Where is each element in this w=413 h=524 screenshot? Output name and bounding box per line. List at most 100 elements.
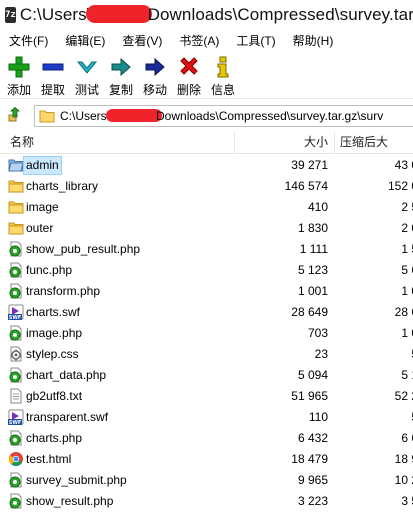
- test-icon: [75, 55, 99, 79]
- file-row[interactable]: chart_data.php 5 094 5 1: [0, 365, 413, 386]
- file-row[interactable]: show_result.php 3 223 3 5: [0, 491, 413, 512]
- title-bar: 7z C:\Users\ Downloads\Compressed\survey.…: [0, 0, 413, 30]
- up-folder-button[interactable]: [4, 105, 28, 127]
- move-button[interactable]: 移动: [139, 51, 171, 98]
- column-name[interactable]: 名称: [10, 132, 34, 153]
- svg-text:SWF: SWF: [9, 420, 22, 425]
- file-packed-size: 2 5: [401, 200, 413, 214]
- file-size: 1 001: [297, 284, 328, 298]
- php-file-icon: [8, 262, 24, 278]
- file-packed-size: 1 0: [401, 284, 413, 298]
- php-file-icon: [8, 430, 24, 446]
- file-row[interactable]: gb2utf8.txt 51 965 52 2: [0, 386, 413, 407]
- file-row[interactable]: SWF transparent.swf 110 5: [0, 407, 413, 428]
- test-button[interactable]: 测试: [71, 51, 103, 98]
- address-prefix: C:\Users\: [60, 109, 111, 123]
- swf-file-icon: SWF: [8, 304, 24, 321]
- column-header: 名称 大小 压缩后大: [0, 132, 413, 154]
- file-name: func.php: [26, 263, 73, 277]
- column-divider[interactable]: [334, 132, 335, 153]
- file-size: 5 094: [297, 368, 328, 382]
- file-packed-size: 6 6: [401, 431, 413, 445]
- php-file-icon: [8, 367, 24, 383]
- delete-icon: [177, 55, 201, 79]
- file-packed-size: 10 2: [394, 473, 413, 487]
- folder-open-icon: [8, 157, 24, 173]
- file-packed-size: 52 2: [394, 389, 413, 403]
- file-row[interactable]: image 410 2 5: [0, 197, 413, 218]
- address-suffix: Downloads\Compressed\survey.tar.gz\surv: [156, 109, 384, 123]
- file-list: admin 39 271 43 0 charts_library 146 574 152 …: [0, 155, 413, 524]
- move-label: 移动: [142, 83, 167, 97]
- copy-button[interactable]: 复制: [105, 51, 137, 98]
- address-field[interactable]: C:\Users\ Downloads\Compressed\survey.tar…: [34, 105, 413, 127]
- file-name: charts_library: [26, 179, 99, 193]
- address-path: C:\Users\ Downloads\Compressed\survey.tar…: [60, 109, 383, 123]
- copy-label: 复制: [108, 83, 133, 97]
- add-label: 添加: [6, 83, 31, 97]
- text-file-icon: [8, 388, 24, 404]
- info-button[interactable]: 信息: [207, 51, 239, 98]
- test-label: 测试: [74, 83, 99, 97]
- menu-help[interactable]: 帮助(H): [284, 32, 342, 49]
- file-row[interactable]: transform.php 1 001 1 0: [0, 281, 413, 302]
- file-row[interactable]: func.php 5 123 5 6: [0, 260, 413, 281]
- menu-bar: 文件(F) 编辑(E) 查看(V) 书签(A) 工具(T) 帮助(H): [0, 30, 413, 50]
- file-name: transform.php: [26, 284, 101, 298]
- file-size: 1 830: [297, 221, 328, 235]
- file-name: test.html: [26, 452, 72, 466]
- extract-button[interactable]: 提取: [37, 51, 69, 98]
- add-button[interactable]: 添加: [3, 51, 35, 98]
- file-name: charts.php: [26, 431, 83, 445]
- file-row[interactable]: admin 39 271 43 0: [0, 155, 413, 176]
- file-row[interactable]: outer 1 830 2 0: [0, 218, 413, 239]
- column-divider[interactable]: [234, 132, 235, 153]
- toolbar: 添加 提取 测试 复制 移动 删除 信息: [0, 51, 413, 99]
- file-size: 703: [307, 326, 328, 340]
- file-size: 28 649: [291, 305, 328, 319]
- file-name: outer: [26, 221, 54, 235]
- move-icon: [143, 55, 167, 79]
- folder-icon: [8, 220, 24, 236]
- file-name: charts.swf: [26, 305, 81, 319]
- file-row[interactable]: stylep.css 23 5: [0, 344, 413, 365]
- menu-file[interactable]: 文件(F): [0, 32, 56, 49]
- file-row[interactable]: show_pub_result.php 1 111 1 5: [0, 239, 413, 260]
- info-icon: [211, 55, 235, 79]
- file-row[interactable]: survey_submit.php 9 965 10 2: [0, 470, 413, 491]
- file-row[interactable]: test.html 18 479 18 9: [0, 449, 413, 470]
- file-row[interactable]: charts.php 6 432 6 6: [0, 428, 413, 449]
- column-packed-size[interactable]: 压缩后大: [340, 132, 388, 153]
- file-row[interactable]: charts_library 146 574 152 0: [0, 176, 413, 197]
- column-size[interactable]: 大小: [240, 132, 328, 153]
- copy-icon: [109, 55, 133, 79]
- add-icon: [7, 55, 31, 79]
- file-name: stylep.css: [26, 347, 79, 361]
- file-name: gb2utf8.txt: [26, 389, 83, 403]
- file-size: 410: [307, 200, 328, 214]
- menu-view[interactable]: 查看(V): [113, 32, 170, 49]
- menu-edit[interactable]: 编辑(E): [56, 32, 113, 49]
- file-row[interactable]: image.php 703 1 0: [0, 323, 413, 344]
- folder-icon: [8, 199, 24, 215]
- php-file-icon: [8, 325, 24, 341]
- menu-bookmarks[interactable]: 书签(A): [170, 32, 227, 49]
- file-size: 51 965: [291, 389, 328, 403]
- redaction-mark: [106, 109, 163, 122]
- file-row[interactable]: SWF charts.swf 28 649 28 6: [0, 302, 413, 323]
- file-size: 39 271: [291, 158, 328, 172]
- php-file-icon: [8, 283, 24, 299]
- php-file-icon: [8, 472, 24, 488]
- file-size: 18 479: [291, 452, 328, 466]
- file-packed-size: 2 0: [401, 221, 413, 235]
- file-size: 5 123: [297, 263, 328, 277]
- delete-button[interactable]: 删除: [173, 51, 205, 98]
- svg-text:SWF: SWF: [9, 315, 22, 320]
- extract-icon: [41, 55, 65, 79]
- extract-label: 提取: [40, 83, 65, 97]
- file-packed-size: 1 5: [401, 242, 413, 256]
- file-name: image.php: [26, 326, 83, 340]
- delete-label: 删除: [176, 83, 201, 97]
- file-name: admin: [23, 156, 62, 175]
- menu-tools[interactable]: 工具(T): [227, 32, 283, 49]
